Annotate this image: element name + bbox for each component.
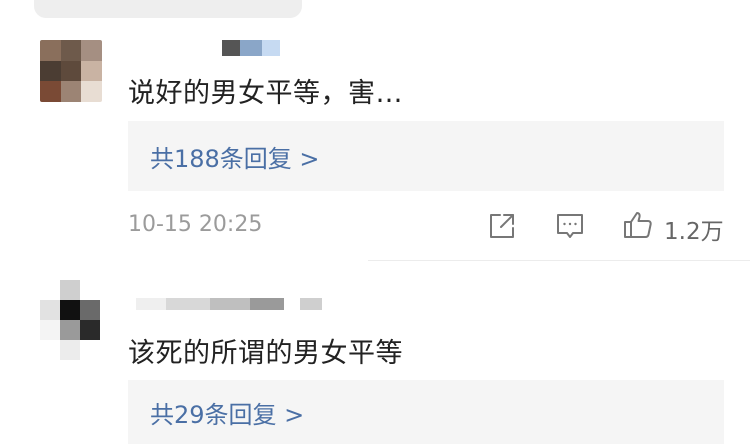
previous-content-fade: [34, 0, 302, 18]
share-icon[interactable]: [486, 210, 518, 242]
reply-summary-box[interactable]: 共29条回复 >: [128, 380, 724, 444]
like-icon[interactable]: [622, 209, 654, 241]
comment-text: 该死的所谓的男女平等: [128, 338, 403, 369]
comment-text: 说好的男女平等，害…: [128, 78, 403, 109]
comment-icon[interactable]: [554, 210, 586, 242]
avatar[interactable]: [40, 40, 102, 102]
like-count: 1.2万: [664, 219, 724, 245]
reply-summary-box[interactable]: 共188条回复 >: [128, 121, 724, 191]
divider: [368, 260, 750, 261]
username-blurred[interactable]: [136, 298, 322, 310]
view-replies-link[interactable]: 共29条回复 >: [150, 395, 304, 430]
username-blurred[interactable]: [222, 40, 280, 56]
view-replies-link[interactable]: 共188条回复 >: [150, 139, 320, 174]
comment-timestamp: 10-15 20:25: [128, 212, 263, 237]
avatar[interactable]: [40, 280, 100, 360]
